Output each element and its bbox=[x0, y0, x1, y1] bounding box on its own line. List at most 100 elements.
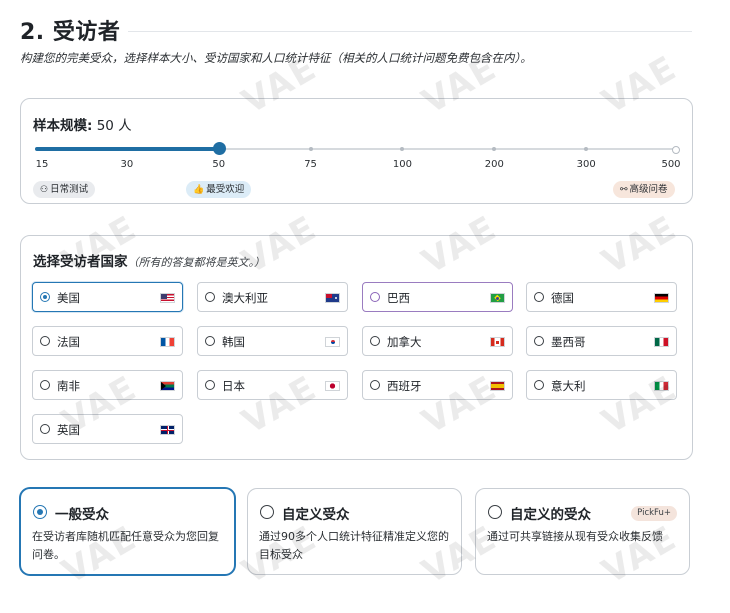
country-name: 巴西 bbox=[387, 291, 410, 305]
country-option[interactable]: 德国 bbox=[526, 282, 677, 312]
country-option[interactable]: 澳大利亚 bbox=[197, 282, 348, 312]
radio-button[interactable] bbox=[370, 292, 380, 302]
fr-flag-icon bbox=[160, 337, 175, 347]
audience-title: 自定义的受众 bbox=[510, 507, 591, 523]
page-title: 2. 受访者 bbox=[20, 20, 121, 45]
slider-tick-label: 30 bbox=[120, 159, 134, 170]
audience-description: 通过90多个人口统计特征精准定义您的目标受众 bbox=[259, 530, 449, 561]
audience-title: 自定义受众 bbox=[282, 507, 350, 523]
section-header: 2. 受访者 bbox=[20, 14, 692, 48]
link-icon: ⚯ bbox=[620, 185, 628, 195]
country-name: 日本 bbox=[222, 379, 245, 393]
audience-page: 2. 受访者 构建您的完美受众，选择样本大小、受访国家和人口统计特征（相关的人口… bbox=[0, 0, 730, 613]
sample-size-value: 50 人 bbox=[96, 118, 132, 134]
radio-button[interactable] bbox=[534, 292, 544, 302]
radio-button[interactable] bbox=[205, 336, 215, 346]
country-section-label: 选择受访者国家（所有的答复都将是英文。） bbox=[33, 250, 265, 270]
slider-stop-dot[interactable] bbox=[308, 147, 313, 151]
radio-button[interactable] bbox=[370, 380, 380, 390]
pill-label: 最受欢迎 bbox=[206, 184, 245, 195]
slider-stop-dot[interactable] bbox=[400, 147, 405, 151]
country-name: 澳大利亚 bbox=[222, 291, 268, 305]
slider-thumb[interactable] bbox=[212, 142, 226, 155]
country-name: 德国 bbox=[551, 291, 574, 305]
es-flag-icon bbox=[490, 381, 505, 391]
country-option[interactable]: 美国 bbox=[32, 282, 183, 312]
radio-button[interactable] bbox=[534, 336, 544, 346]
radio-button[interactable] bbox=[40, 336, 50, 346]
radio-button[interactable] bbox=[205, 292, 215, 302]
country-option[interactable]: 墨西哥 bbox=[526, 326, 677, 356]
slider-tick-label: 200 bbox=[484, 159, 504, 170]
country-name: 西班牙 bbox=[387, 379, 422, 393]
slider-tick-label: 75 bbox=[304, 159, 317, 170]
slider-tick-label: 500 bbox=[661, 159, 681, 170]
slider-end-dot bbox=[672, 146, 680, 154]
title-divider bbox=[128, 31, 692, 32]
audience-option-general[interactable]: 一般受众 在受访者库随机匹配任意受众为您回复问卷。 bbox=[20, 488, 235, 575]
country-option[interactable]: 韩国 bbox=[197, 326, 348, 356]
audience-option-own[interactable]: 自定义的受众 PickFu+ 通过可共享链接从现有受众收集反馈 bbox=[475, 488, 690, 575]
radio-button[interactable] bbox=[260, 505, 274, 519]
country-option[interactable]: 意大利 bbox=[526, 370, 677, 400]
radio-button[interactable] bbox=[33, 505, 47, 519]
slider-fill bbox=[35, 147, 219, 151]
pill-most-popular[interactable]: 👍 最受欢迎 bbox=[186, 181, 252, 198]
jp-flag-icon bbox=[325, 381, 340, 391]
country-option[interactable]: 加拿大 bbox=[362, 326, 513, 356]
country-option[interactable]: 巴西 bbox=[362, 282, 513, 312]
country-name: 意大利 bbox=[551, 379, 586, 393]
it-flag-icon bbox=[654, 381, 669, 391]
sample-size-label: 样本规模: 50 人 bbox=[33, 114, 132, 134]
de-flag-icon bbox=[654, 293, 669, 303]
slider-tick-label: 300 bbox=[576, 159, 596, 170]
pickfu-plus-badge: PickFu+ bbox=[631, 506, 677, 521]
country-name: 南非 bbox=[57, 379, 80, 393]
country-option[interactable]: 日本 bbox=[197, 370, 348, 400]
slider-stop-dot[interactable] bbox=[584, 147, 589, 151]
slider-tick-label: 15 bbox=[35, 159, 49, 170]
radio-button[interactable] bbox=[488, 505, 502, 519]
pill-label: 日常测试 bbox=[50, 184, 89, 195]
users-icon: ⚇ bbox=[40, 185, 49, 195]
country-name: 法国 bbox=[57, 335, 80, 349]
audience-description: 通过可共享链接从现有受众收集反馈 bbox=[487, 530, 663, 543]
pill-daily-test[interactable]: ⚇ 日常测试 bbox=[33, 181, 96, 198]
slider-stop-dot[interactable] bbox=[492, 147, 497, 151]
country-name: 韩国 bbox=[222, 335, 245, 349]
country-note: （所有的答复都将是英文。） bbox=[127, 256, 266, 269]
country-title: 选择受访者国家 bbox=[33, 254, 128, 270]
audience-description: 在受访者库随机匹配任意受众为您回复问卷。 bbox=[32, 530, 219, 561]
sample-size-slider[interactable] bbox=[35, 142, 680, 155]
radio-button[interactable] bbox=[40, 424, 50, 434]
radio-button[interactable] bbox=[40, 380, 50, 390]
sample-size-card: 样本规模: 50 人 15 30 50 75 100 200 300 500 ⚇ 日常测试 👍 最… bbox=[20, 98, 693, 204]
country-name: 英国 bbox=[57, 423, 80, 437]
pill-advanced-survey[interactable]: ⚯ 高级问卷 bbox=[613, 181, 675, 198]
country-card: 选择受访者国家（所有的答复都将是英文。） 美国 澳大利亚 巴西 德国法国 韩国 加拿大 墨西… bbox=[20, 235, 693, 460]
slider-tick-label: 100 bbox=[392, 159, 412, 170]
za-flag-icon bbox=[160, 381, 175, 391]
mx-flag-icon bbox=[654, 337, 669, 347]
sample-size-title: 样本规模: bbox=[33, 118, 93, 134]
ca-flag-icon bbox=[490, 337, 505, 347]
thumbs-up-icon: 👍 bbox=[193, 185, 205, 195]
country-option[interactable]: 南非 bbox=[32, 370, 183, 400]
slider-tick-label: 50 bbox=[212, 159, 226, 170]
country-option[interactable]: 英国 bbox=[32, 414, 183, 444]
page-subtitle: 构建您的完美受众，选择样本大小、受访国家和人口统计特征（相关的人口统计问题免费包… bbox=[20, 51, 532, 65]
radio-button[interactable] bbox=[205, 380, 215, 390]
country-name: 墨西哥 bbox=[551, 335, 586, 349]
audience-option-custom[interactable]: 自定义受众 通过90多个人口统计特征精准定义您的目标受众 bbox=[247, 488, 462, 575]
radio-button[interactable] bbox=[370, 336, 380, 346]
country-name: 美国 bbox=[57, 291, 80, 305]
radio-button[interactable] bbox=[534, 380, 544, 390]
audience-title: 一般受众 bbox=[55, 507, 109, 523]
radio-button[interactable] bbox=[40, 292, 50, 302]
pill-label: 高级问卷 bbox=[629, 184, 668, 195]
kr-flag-icon bbox=[325, 337, 340, 347]
country-option[interactable]: 法国 bbox=[32, 326, 183, 356]
country-option[interactable]: 西班牙 bbox=[362, 370, 513, 400]
gb-flag-icon bbox=[160, 425, 175, 435]
us-flag-icon bbox=[160, 293, 175, 303]
